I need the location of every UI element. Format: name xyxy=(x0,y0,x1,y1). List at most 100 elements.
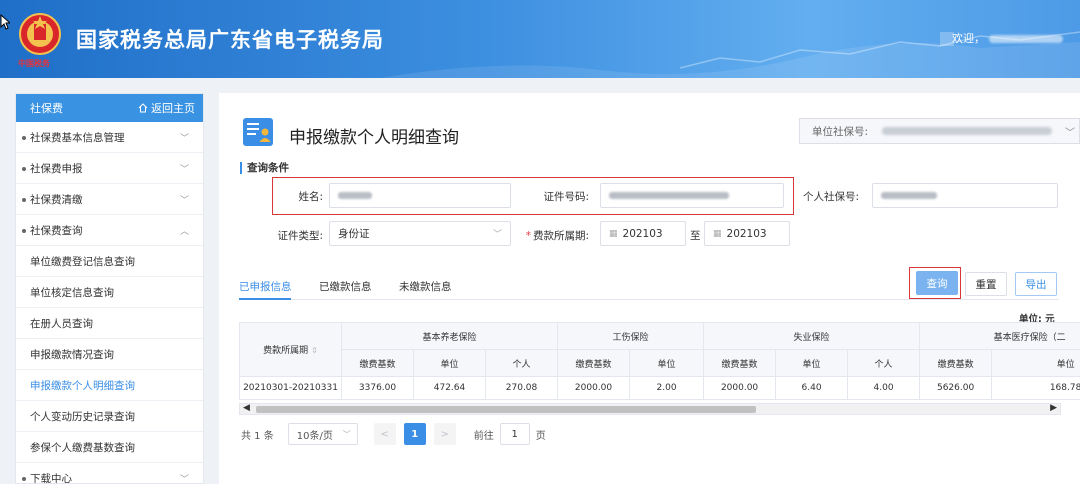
sidebar-subitem[interactable]: 在册人员查询 xyxy=(16,308,203,339)
main-panel: 申报缴款个人明细查询 单位社保号: ﹀ 查询条件 姓名: 证件号码: 个人社保号… xyxy=(219,93,1080,484)
col-group-unemployment: 失业保险 xyxy=(703,322,921,350)
sidebar: 社保费 返回主页 社保费基本信息管理 ﹀ 社保费申报 ﹀ 社保费清缴 ﹀ 社保费… xyxy=(15,93,204,484)
sidebar-item-download[interactable]: 下载中心 ﹀ xyxy=(16,463,203,483)
col-header: 单位 xyxy=(991,349,1080,377)
sidebar-header: 社保费 返回主页 xyxy=(16,94,203,122)
period-from-value: 202103 xyxy=(622,227,663,240)
tab-declared[interactable]: 已申报信息 xyxy=(239,279,292,294)
col-group-pension: 基本养老保险 xyxy=(340,322,559,350)
col-header: 缴费基数 xyxy=(703,349,777,377)
scroll-right-icon[interactable]: ▶ xyxy=(1050,403,1057,413)
period-to-input[interactable]: ▦ 202103 xyxy=(704,221,790,246)
cell: 168.78 xyxy=(991,376,1080,400)
scrollbar-thumb[interactable] xyxy=(256,406,756,413)
name-label: 姓名: xyxy=(298,191,323,203)
col-header: 单位 xyxy=(775,349,849,377)
home-link-label: 返回主页 xyxy=(151,102,195,115)
page-number-current[interactable]: 1 xyxy=(403,423,426,445)
prev-page-button[interactable]: < xyxy=(373,423,396,445)
cell: 5626.00 xyxy=(919,376,993,400)
total-count: 共 1 条 xyxy=(241,430,274,442)
sidebar-section-title: 社保费 xyxy=(30,102,63,115)
col-header: 单位 xyxy=(629,349,705,377)
cell: 4.00 xyxy=(847,376,921,400)
mouse-cursor-icon xyxy=(0,14,10,30)
home-icon xyxy=(138,103,148,113)
cell: 3376.00 xyxy=(341,376,414,400)
user-name-redacted[interactable] xyxy=(989,35,1063,43)
sidebar-subitem[interactable]: 单位核定信息查询 xyxy=(16,277,203,308)
tab-paid[interactable]: 已缴款信息 xyxy=(319,279,372,294)
tab-unpaid[interactable]: 未缴款信息 xyxy=(399,279,452,294)
id-no-input[interactable] xyxy=(600,183,784,208)
reset-button[interactable]: 重置 xyxy=(965,272,1007,296)
active-tab-indicator xyxy=(239,298,291,300)
sidebar-item-clear[interactable]: 社保费清缴 ﹀ xyxy=(16,184,203,215)
sidebar-subitem-active[interactable]: 申报缴款个人明细查询 xyxy=(16,370,203,401)
document-user-icon xyxy=(243,118,273,146)
chevron-down-icon: ﹀ xyxy=(1065,128,1075,139)
unit-social-no-select[interactable]: 单位社保号: ﹀ xyxy=(799,118,1080,144)
id-no-value-redacted xyxy=(609,192,729,199)
cell: 6.40 xyxy=(775,376,849,400)
col-header: 缴费基数 xyxy=(341,349,414,377)
period-to-value: 202103 xyxy=(726,227,767,240)
id-type-value: 身份证 xyxy=(338,228,370,240)
col-header: 个人 xyxy=(847,349,921,377)
page-unit-label: 页 xyxy=(535,430,546,442)
chevron-down-icon: ﹀ xyxy=(179,195,189,206)
unit-social-no-redacted xyxy=(882,127,1053,135)
id-no-label: 证件号码: xyxy=(543,191,589,203)
col-group-injury: 工伤保险 xyxy=(557,322,705,350)
chevron-down-icon: ﹀ xyxy=(179,164,189,175)
page-size-value: 10条/页 xyxy=(296,430,333,442)
sidebar-subitem[interactable]: 个人变动历史记录查询 xyxy=(16,401,203,432)
sidebar-item-query[interactable]: 社保费查询 ︿ xyxy=(16,215,203,246)
col-header: 缴费基数 xyxy=(557,349,631,377)
welcome-text: 欢迎， xyxy=(952,30,1063,46)
export-button[interactable]: 导出 xyxy=(1015,272,1057,296)
cell: 2000.00 xyxy=(703,376,777,400)
table-row[interactable]: 20210301-20210331 3376.00 472.64 270.08 … xyxy=(239,376,1080,400)
home-link[interactable]: 返回主页 xyxy=(138,100,195,116)
period-to-separator: 至 xyxy=(690,230,701,242)
col-header-period[interactable]: 费款所属期 ⇕ xyxy=(239,322,342,377)
period-label-text: 费款所属期: xyxy=(532,230,589,242)
col-group-medical: 基本医疗保险（二 xyxy=(919,322,1080,350)
pagination: 共 1 条 10条/页 ﹀ < 1 > 前往 1 页 xyxy=(241,423,546,445)
calendar-icon: ▦ xyxy=(609,228,618,239)
cell: 2.00 xyxy=(629,376,705,400)
sidebar-item-label: 社保费基本信息管理 xyxy=(30,131,125,144)
chevron-down-icon: ﹀ xyxy=(179,133,189,144)
next-page-button[interactable]: > xyxy=(433,423,456,445)
required-asterisk: * xyxy=(525,230,531,242)
personal-social-no-redacted xyxy=(881,192,937,199)
sidebar-item-label: 社保费清缴 xyxy=(30,193,83,206)
sidebar-subitem[interactable]: 申报缴款情况查询 xyxy=(16,339,203,370)
sidebar-subitem[interactable]: 参保个人缴费基数查询 xyxy=(16,432,203,463)
chevron-down-icon: ﹀ xyxy=(342,429,351,439)
page-size-select[interactable]: 10条/页 ﹀ xyxy=(287,423,358,445)
col-header: 个人 xyxy=(484,349,559,377)
period-header-text: 费款所属期 xyxy=(263,346,309,356)
query-button[interactable]: 查询 xyxy=(916,271,958,295)
id-type-label: 证件类型: xyxy=(277,230,323,242)
col-header: 缴费基数 xyxy=(919,349,993,377)
goto-page-input[interactable]: 1 xyxy=(499,423,530,445)
sidebar-item-basic-info[interactable]: 社保费基本信息管理 ﹀ xyxy=(16,122,203,153)
unit-social-no-label: 单位社保号: xyxy=(812,125,869,138)
sidebar-item-declare[interactable]: 社保费申报 ﹀ xyxy=(16,153,203,184)
id-type-select[interactable]: 身份证 ﹀ xyxy=(329,221,511,246)
sidebar-item-label: 社保费查询 xyxy=(30,224,83,237)
scroll-left-icon[interactable]: ◀ xyxy=(243,403,250,413)
calendar-icon: ▦ xyxy=(713,228,722,239)
period-from-input[interactable]: ▦ 202103 xyxy=(600,221,686,246)
personal-social-no-input[interactable] xyxy=(872,183,1058,208)
sort-icon[interactable]: ⇕ xyxy=(311,346,318,355)
name-input[interactable] xyxy=(329,183,511,208)
horizontal-scrollbar[interactable]: ◀ ▶ xyxy=(239,403,1061,415)
col-header: 单位 xyxy=(413,349,486,377)
period-label: * 费款所属期: xyxy=(509,228,589,243)
sidebar-subitem[interactable]: 单位缴费登记信息查询 xyxy=(16,246,203,277)
query-condition-title: 查询条件 xyxy=(240,162,289,174)
